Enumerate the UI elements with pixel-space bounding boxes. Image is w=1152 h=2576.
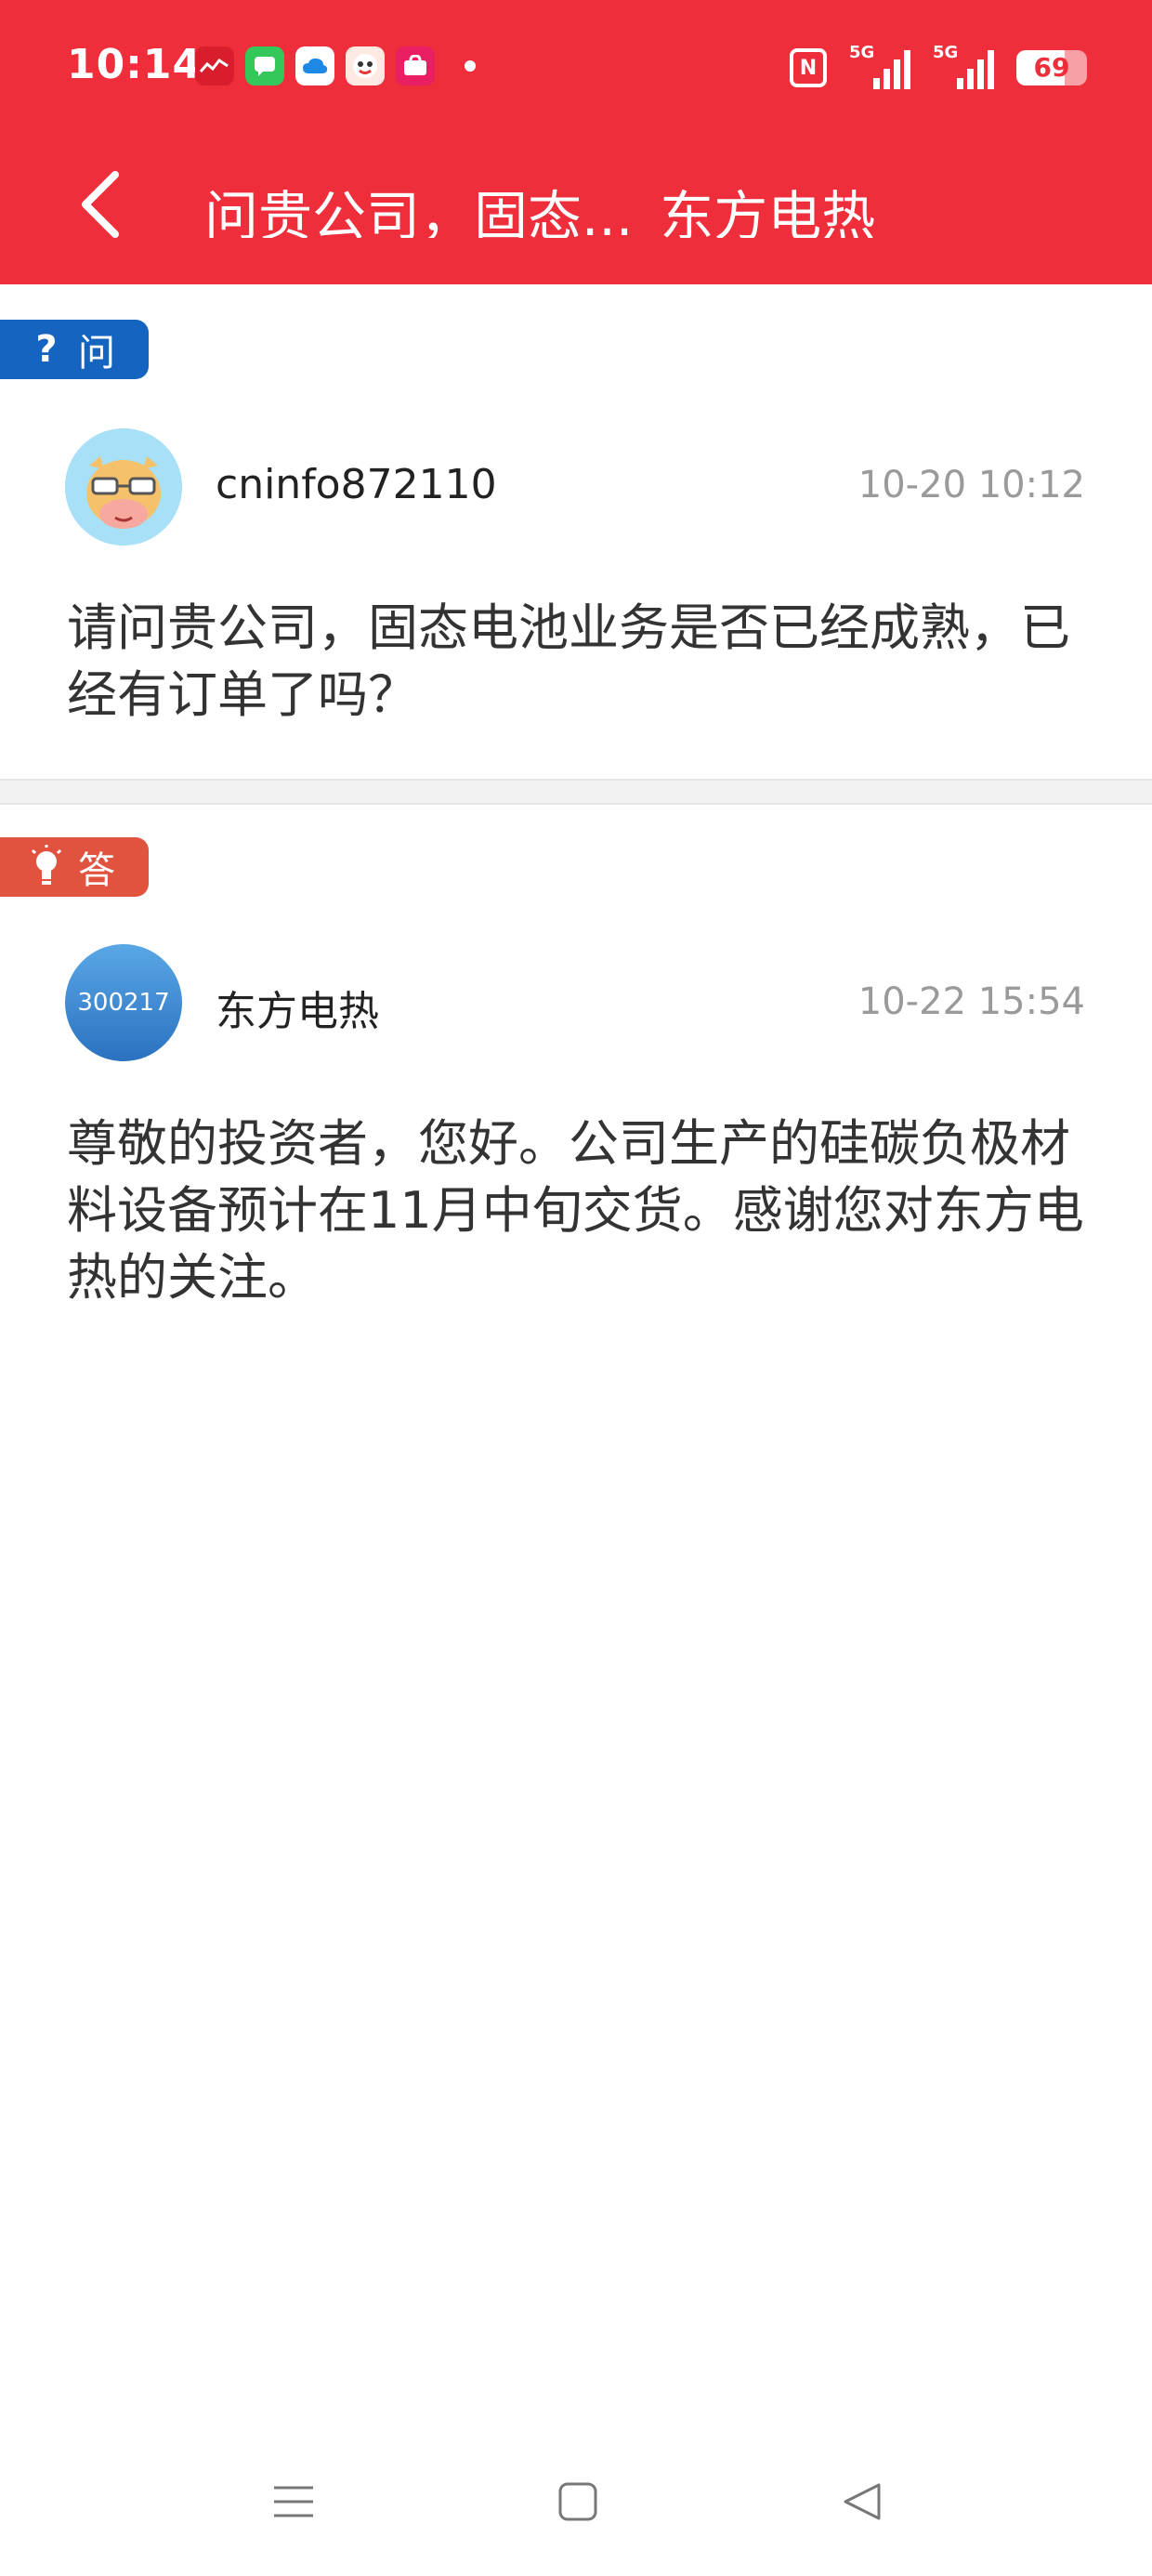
notification-icons bbox=[195, 46, 476, 85]
signal-icon: 5G bbox=[933, 43, 994, 89]
system-nav-bar bbox=[0, 2427, 1152, 2576]
answer-tag-label: 答 bbox=[78, 849, 115, 892]
company-avatar[interactable]: 300217 bbox=[65, 944, 182, 1061]
signal-icon: 5G bbox=[849, 43, 910, 89]
question-content: 请问贵公司，固态电池业务是否已经成熟，已经有订单了吗？ bbox=[67, 598, 1070, 724]
triangle-back-icon bbox=[844, 2483, 881, 2520]
lightbulb-icon bbox=[28, 844, 65, 890]
company-stock-code: 300217 bbox=[77, 989, 170, 1017]
messages-app-icon bbox=[245, 46, 284, 85]
answer-author[interactable]: 东方电热 bbox=[216, 978, 379, 1037]
page-title: 问贵公司，固态..._东方电热_ bbox=[204, 185, 903, 238]
cloud-app-icon bbox=[295, 46, 334, 85]
square-icon bbox=[558, 2482, 597, 2521]
back-button[interactable] bbox=[74, 167, 130, 242]
header: 10:14 N 5G 5G 69 问贵公司，固态..._东方电热_ bbox=[0, 0, 1152, 284]
recent-apps-button[interactable] bbox=[256, 2464, 331, 2539]
question-tag-label: 问 bbox=[78, 332, 115, 375]
answer-tag: 答 bbox=[0, 837, 149, 897]
menu-icon bbox=[274, 2486, 313, 2517]
battery-icon: 69 bbox=[1016, 50, 1087, 85]
network-label: 5G bbox=[849, 43, 875, 62]
chevron-left-icon bbox=[82, 171, 119, 238]
question-tag: ? 问 bbox=[0, 320, 149, 379]
question-icon: ? bbox=[35, 328, 58, 371]
cartoon-cow-avatar-icon bbox=[65, 428, 182, 545]
question-author[interactable]: cninfo872110 bbox=[216, 461, 497, 508]
section-divider bbox=[0, 779, 1152, 805]
nfc-icon: N bbox=[790, 48, 827, 87]
cartoon-app-icon bbox=[346, 46, 385, 85]
home-button[interactable] bbox=[541, 2464, 615, 2539]
battery-level: 69 bbox=[1033, 52, 1070, 83]
stock-app-icon bbox=[195, 46, 234, 85]
system-back-button[interactable] bbox=[825, 2464, 899, 2539]
status-right: N 5G 5G 69 bbox=[790, 43, 1087, 89]
avatar[interactable] bbox=[65, 428, 182, 545]
question-time: 10-20 10:12 bbox=[857, 464, 1085, 506]
answer-content: 尊敬的投资者，您好。公司生产的硅碳负极材料设备预计在11月中旬交货。感谢您对东方… bbox=[67, 1114, 1084, 1307]
more-notifications-dot bbox=[465, 60, 476, 72]
page: 10:14 N 5G 5G 69 问贵公司，固态..._东方电热_ ? 问 cn… bbox=[0, 0, 1152, 2576]
shopping-app-icon bbox=[396, 46, 435, 85]
status-bar: 10:14 N 5G 5G 69 bbox=[0, 0, 1152, 139]
network-label: 5G bbox=[933, 43, 959, 62]
status-time: 10:14 bbox=[67, 41, 203, 88]
answer-time: 10-22 15:54 bbox=[857, 980, 1085, 1023]
